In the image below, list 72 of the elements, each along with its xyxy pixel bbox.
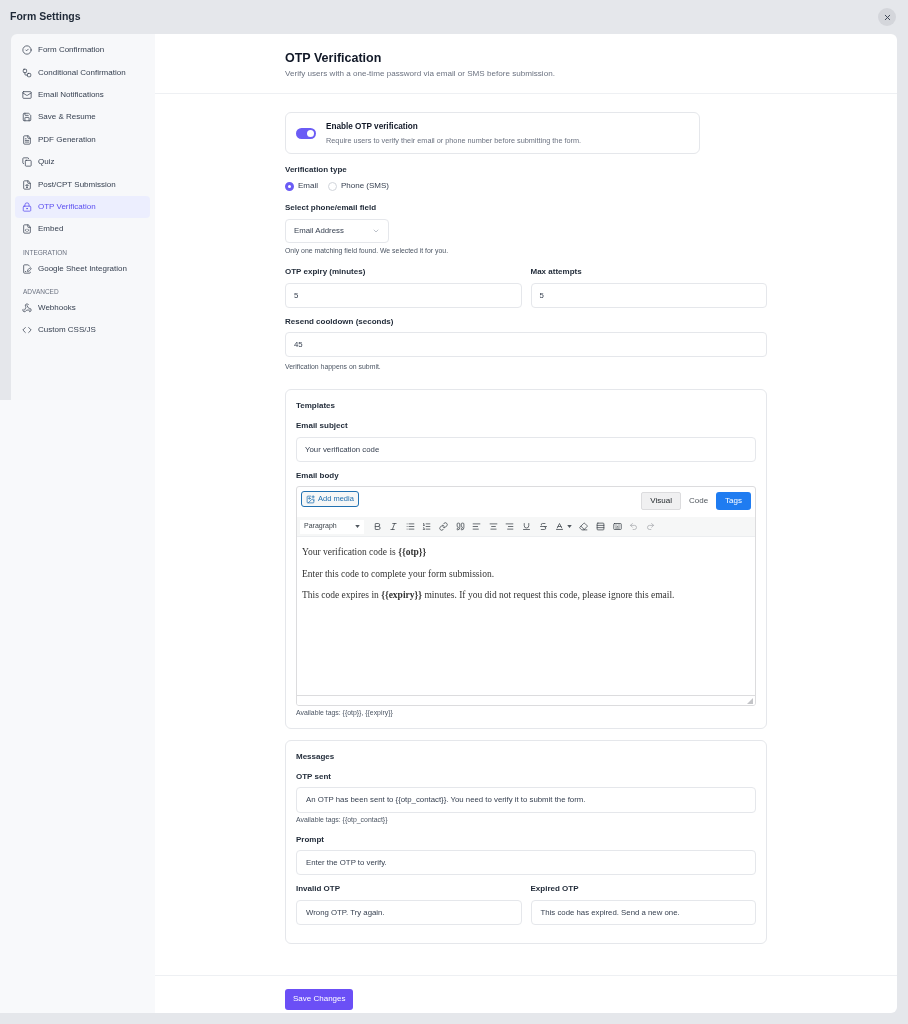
bold-icon[interactable]: [372, 522, 382, 531]
sidebar-item[interactable]: Google Sheet Integration: [15, 257, 150, 280]
editor-tab[interactable]: Visual: [641, 492, 681, 510]
toggle-title: Enable OTP verification: [326, 120, 418, 133]
eraser-icon[interactable]: [579, 522, 589, 531]
sidebar-item[interactable]: Quiz: [15, 150, 150, 174]
numbered-list-icon[interactable]: [422, 522, 432, 531]
underline-icon[interactable]: [521, 522, 531, 531]
sidebar-item[interactable]: Post/CPT Submission: [15, 173, 150, 196]
link-icon[interactable]: [438, 522, 448, 531]
page-subtitle: Verify users with a one-time password via email or SMS before submission.: [285, 68, 555, 80]
sidebar-item[interactable]: Form Confirmation: [15, 39, 150, 62]
text-color-icon[interactable]: [555, 522, 565, 531]
toggle-switch[interactable]: [296, 127, 316, 139]
field-label: Expired OTP: [530, 883, 579, 895]
sidebar-item[interactable]: Conditional Confirmation: [15, 61, 150, 84]
radio-option[interactable]: Email: [285, 180, 318, 192]
body-paragraph: Enter this code to complete your form submission.: [302, 567, 495, 581]
rows-icon[interactable]: [595, 522, 605, 531]
check-circle-icon: [22, 45, 32, 56]
radio-option[interactable]: Phone (SMS): [328, 180, 390, 192]
sidebar-item[interactable]: Webhooks: [15, 296, 150, 320]
tags-button[interactable]: Tags: [716, 492, 751, 510]
mail-icon: [22, 89, 32, 100]
field-label: Invalid OTP: [296, 883, 340, 895]
close-button[interactable]: [878, 8, 896, 26]
body-paragraph: Your verification code is {{otp}}: [302, 546, 427, 559]
italic-icon[interactable]: [389, 522, 399, 531]
field-label: Select phone/email field: [285, 202, 377, 214]
caret-icon: [355, 525, 360, 528]
page-title: OTP Verification: [285, 50, 382, 67]
sidebar-item[interactable]: Save & Resume: [15, 106, 150, 129]
body-paragraph: This code expires in {{expiry}} minutes. If you did not request this code, please ignore this email.: [302, 589, 675, 602]
sidebar-item[interactable]: PDF Generation: [15, 128, 150, 151]
strikethrough-icon[interactable]: [538, 522, 548, 531]
field-label: Messages: [296, 751, 335, 763]
sidebar-item[interactable]: Email Notifications: [15, 83, 150, 107]
stacked-squares-icon: [22, 157, 32, 168]
sidebar-item[interactable]: OTP Verification: [15, 195, 150, 219]
sidebar-item[interactable]: Embed: [15, 218, 150, 241]
align-center-icon[interactable]: [488, 522, 498, 531]
code-file-icon: [22, 224, 32, 235]
code-icon: [22, 325, 32, 336]
window-title: Form Settings: [10, 9, 81, 25]
align-right-icon[interactable]: [505, 522, 515, 531]
workflow-icon: [22, 67, 32, 78]
close-icon: [882, 12, 892, 22]
field-label: Email subject: [296, 420, 348, 432]
keyboard-icon[interactable]: [612, 522, 622, 531]
field-label: OTP expiry (minutes): [285, 266, 366, 278]
resize-handle-icon[interactable]: [747, 697, 753, 704]
field-label: OTP sent: [296, 771, 331, 783]
field-label: Max attempts: [530, 266, 582, 278]
save-button[interactable]: Save Changes: [285, 988, 354, 1010]
field-label: Templates: [296, 400, 335, 412]
file-pen-icon: [22, 263, 32, 274]
webhook-icon: [22, 303, 32, 314]
field-label: Resend cooldown (seconds): [285, 316, 394, 328]
document-icon: [22, 134, 32, 145]
field-label: Email body: [296, 470, 339, 482]
sidebar-item[interactable]: Custom CSS/JS: [15, 319, 150, 342]
chevron-icon: [372, 227, 380, 235]
editor-tab[interactable]: Code: [680, 492, 717, 510]
bullet-list-icon[interactable]: [405, 522, 415, 531]
caret-icon[interactable]: [566, 525, 572, 528]
quote-icon[interactable]: [455, 522, 465, 531]
align-left-icon[interactable]: [472, 522, 482, 531]
lock-icon: [22, 201, 32, 212]
media-icon: [306, 494, 315, 504]
file-letter-icon: [22, 179, 32, 190]
field-label: Prompt: [296, 834, 324, 846]
field-label: Verification type: [285, 164, 347, 176]
